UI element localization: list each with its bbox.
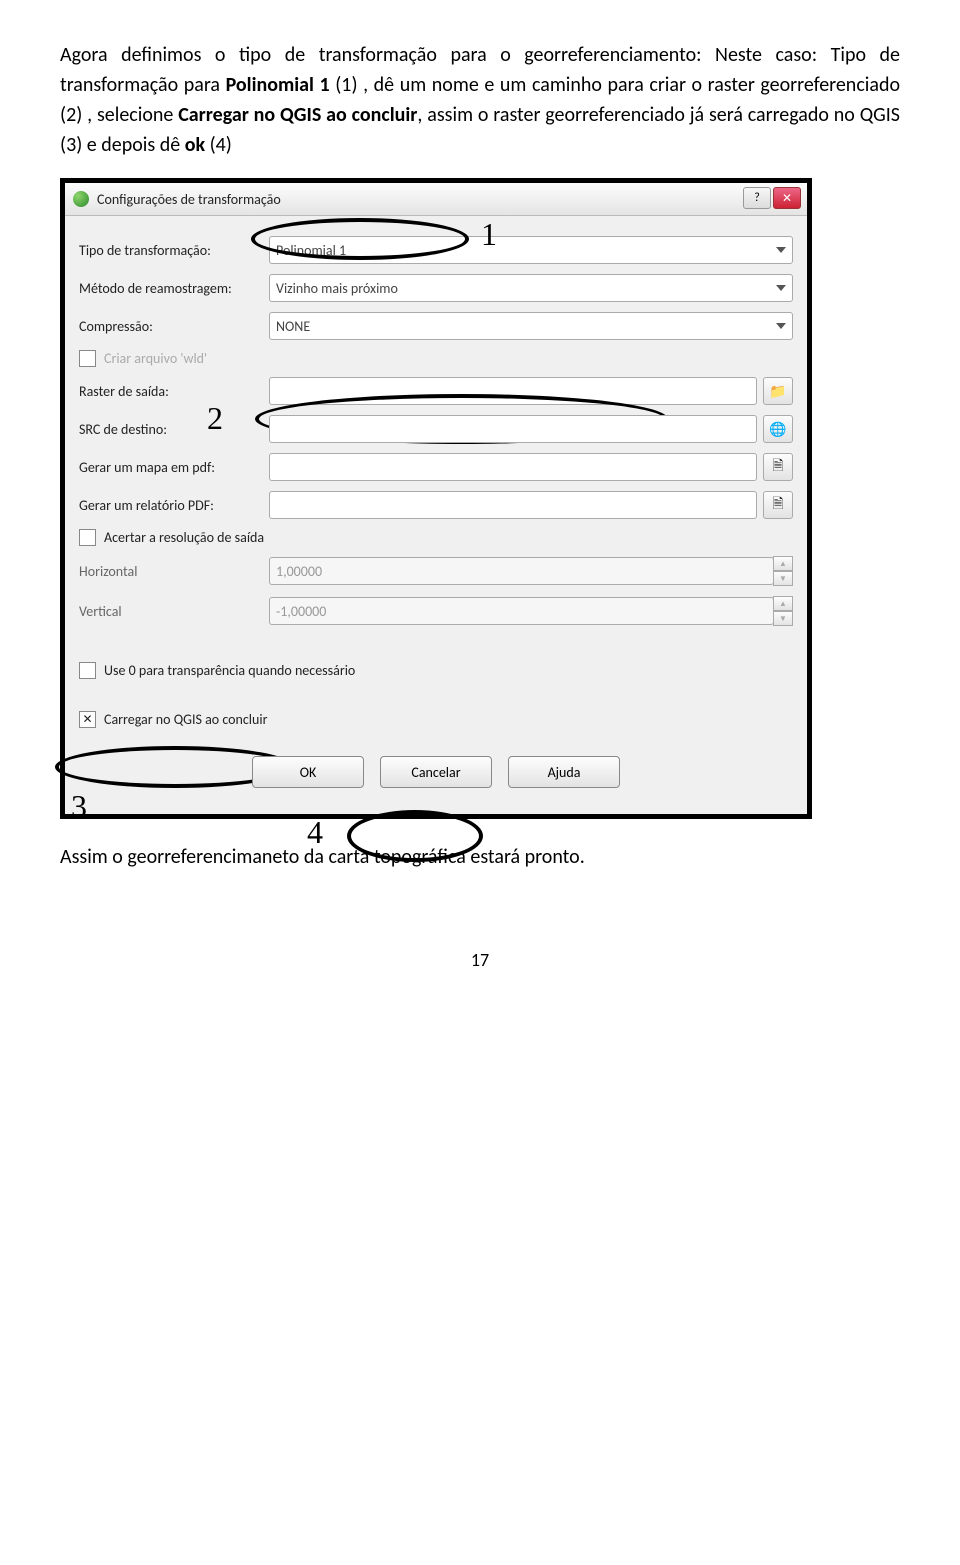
label-carregar: Carregar no QGIS ao concluir — [104, 711, 267, 728]
browse-src-button[interactable]: 🌐 — [763, 415, 793, 443]
row-vertical: Vertical -1,00000 ▲ ▼ — [79, 596, 793, 626]
checkbox-carregar[interactable]: ✕ — [79, 711, 96, 728]
checkbox-wld — [79, 350, 96, 367]
row-carregar: ✕ Carregar no QGIS ao concluir — [79, 711, 793, 728]
row-relatorio-pdf: Gerar um relatório PDF: 🗎 — [79, 491, 793, 519]
combo-compressao[interactable]: NONE — [269, 312, 793, 340]
input-src[interactable] — [269, 415, 757, 443]
row-metodo: Método de reamostragem: Vizinho mais pró… — [79, 274, 793, 302]
combo-metodo[interactable]: Vizinho mais próximo — [269, 274, 793, 302]
checkbox-resolucao[interactable] — [79, 529, 96, 546]
chevron-down-icon — [776, 285, 786, 291]
ok-button-label: OK — [300, 764, 317, 781]
label-raster-saida: Raster de saída: — [79, 383, 269, 400]
label-metodo: Método de reamostragem: — [79, 280, 269, 297]
label-compressao: Compressão: — [79, 318, 269, 335]
input-relatorio-pdf[interactable] — [269, 491, 757, 519]
browse-mapa-pdf-button[interactable]: 🗎 — [763, 453, 793, 481]
chevron-up-icon: ▲ — [773, 596, 793, 611]
label-wld: Criar arquivo 'wld' — [104, 350, 207, 367]
label-tipo: Tipo de transformação: — [79, 242, 269, 259]
pdf-icon: 🗎 — [772, 455, 783, 479]
label-mapa-pdf: Gerar um mapa em pdf: — [79, 459, 269, 476]
checkbox-transparencia[interactable] — [79, 662, 96, 679]
row-tipo: Tipo de transformação: Polinomial 1 — [79, 236, 793, 264]
help-button[interactable]: Ajuda — [508, 756, 620, 788]
label-resolucao: Acertar a resolução de saída — [104, 529, 264, 546]
value-tipo: Polinomial 1 — [276, 242, 346, 259]
input-mapa-pdf[interactable] — [269, 453, 757, 481]
chevron-down-icon — [776, 323, 786, 329]
label-src: SRC de destino: — [79, 421, 269, 438]
chevron-down-icon: ▼ — [773, 611, 793, 626]
row-horizontal: Horizontal 1,00000 ▲ ▼ — [79, 556, 793, 586]
cancel-button-label: Cancelar — [411, 764, 460, 781]
close-window-button[interactable]: ✕ — [773, 187, 801, 209]
globe-icon — [73, 191, 89, 207]
help-window-button[interactable]: ? — [743, 187, 771, 209]
pdf-icon: 🗎 — [772, 493, 783, 517]
ok-button[interactable]: OK — [252, 756, 364, 788]
window-buttons: ? ✕ — [743, 187, 801, 209]
dialog-screenshot: Configurações de transformação ? ✕ Tipo … — [60, 178, 812, 819]
label-horizontal: Horizontal — [79, 563, 269, 580]
browse-relatorio-pdf-button[interactable]: 🗎 — [763, 491, 793, 519]
chevron-down-icon: ▼ — [773, 571, 793, 586]
after-paragraph: Assim o georreferencimaneto da carta top… — [60, 845, 900, 869]
intro-bold3: ok — [185, 133, 205, 157]
help-button-label: Ajuda — [548, 764, 581, 781]
spinner-horizontal: ▲ ▼ — [773, 556, 793, 586]
value-metodo: Vizinho mais próximo — [276, 280, 398, 297]
label-transparencia: Use 0 para transparência quando necessár… — [104, 662, 355, 679]
value-vertical: -1,00000 — [276, 603, 326, 620]
row-compressao: Compressão: NONE — [79, 312, 793, 340]
value-horizontal: 1,00000 — [276, 563, 322, 580]
row-raster-saida: Raster de saída: 📁 — [79, 377, 793, 405]
page-number: 17 — [60, 949, 900, 971]
input-vertical: -1,00000 — [269, 597, 774, 625]
row-transparencia: Use 0 para transparência quando necessár… — [79, 662, 793, 679]
intro-seg4: (4) — [205, 133, 232, 157]
folder-icon: 📁 — [769, 383, 786, 400]
intro-bold1: Polinomial 1 — [226, 73, 330, 97]
row-src: SRC de destino: 🌐 — [79, 415, 793, 443]
label-relatorio-pdf: Gerar um relatório PDF: — [79, 497, 269, 514]
globe-select-icon: 🌐 — [769, 421, 786, 438]
chevron-down-icon — [776, 247, 786, 253]
intro-paragraph: Agora definimos o tipo de transformação … — [60, 40, 900, 160]
dialog-button-row: OK Cancelar Ajuda — [79, 756, 793, 788]
combo-tipo[interactable]: Polinomial 1 — [269, 236, 793, 264]
row-resolucao: Acertar a resolução de saída — [79, 529, 793, 546]
dialog-title: Configurações de transformação — [97, 191, 281, 208]
spinner-vertical: ▲ ▼ — [773, 596, 793, 626]
label-vertical: Vertical — [79, 603, 269, 620]
intro-bold2: Carregar no QGIS ao concluir — [178, 103, 417, 127]
row-mapa-pdf: Gerar um mapa em pdf: 🗎 — [79, 453, 793, 481]
dialog-body: Tipo de transformação: Polinomial 1 1 Mé… — [65, 216, 807, 814]
row-wld: Criar arquivo 'wld' — [79, 350, 793, 367]
cancel-button[interactable]: Cancelar — [380, 756, 492, 788]
input-horizontal: 1,00000 — [269, 557, 774, 585]
dialog-titlebar: Configurações de transformação ? ✕ — [65, 183, 807, 216]
browse-raster-button[interactable]: 📁 — [763, 377, 793, 405]
value-compressao: NONE — [276, 318, 310, 335]
chevron-up-icon: ▲ — [773, 556, 793, 571]
input-raster-saida[interactable] — [269, 377, 757, 405]
